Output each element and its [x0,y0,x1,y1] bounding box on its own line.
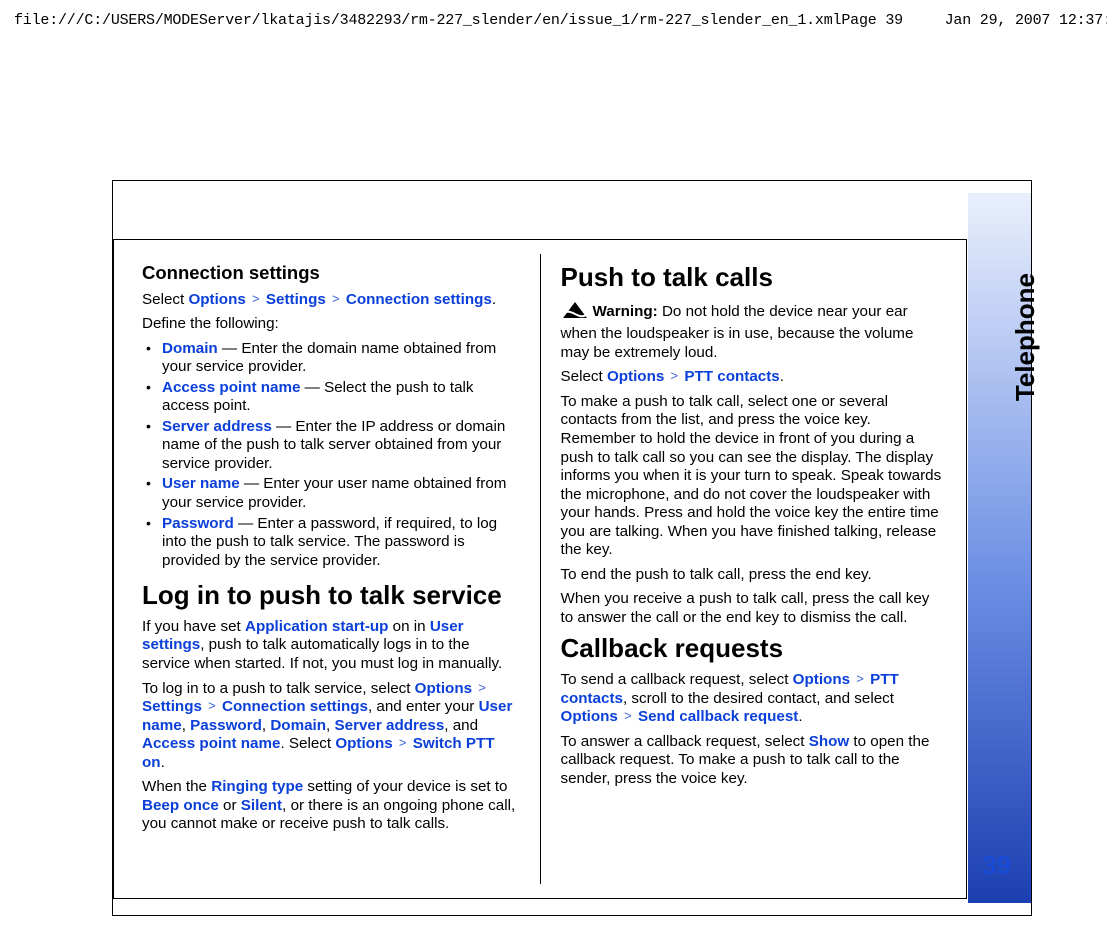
heading-connection-settings: Connection settings [142,262,520,285]
section-label-vertical: Telephone [1010,273,1041,401]
login-paragraph-1: If you have set Application start-up on … [142,618,520,674]
page-number: 39 [982,850,1011,881]
list-item: User name — Enter your user name obtaine… [142,475,520,512]
warning-label: Warning: [593,303,662,320]
login-paragraph-2: To log in to a push to talk service, sel… [142,680,520,773]
list-item: Domain — Enter the domain name obtained … [142,340,520,377]
print-header: file:///C:/USERS/MODEServer/lkatajis/348… [0,12,1107,29]
callback-paragraph-2: To answer a callback request, select Sho… [561,733,943,789]
ptt-paragraph-2: To end the push to talk call, press the … [561,566,943,585]
define-following: Define the following: [142,315,520,334]
settings-list: Domain — Enter the domain name obtained … [142,340,520,571]
ptt-paragraph-1: To make a push to talk call, select one … [561,393,943,560]
warning-paragraph: Warning: Do not hold the device near you… [561,300,943,363]
heading-ptt-calls: Push to talk calls [561,262,943,294]
left-column: Connection settings Select Options > Set… [114,240,540,898]
right-column: Push to talk calls Warning: Do not hold … [541,240,967,898]
heading-login: Log in to push to talk service [142,580,520,612]
chevron-right-icon: > [622,708,634,723]
header-path: file:///C:/USERS/MODEServer/lkatajis/348… [14,12,841,29]
heading-callback: Callback requests [561,633,943,665]
list-item: Access point name — Select the push to t… [142,379,520,416]
chevron-right-icon: > [397,735,409,750]
header-right: Page 39 Jan 29, 2007 12:37:36 PM [841,12,1107,29]
login-paragraph-3: When the Ringing type setting of your de… [142,778,520,834]
ptt-paragraph-3: When you receive a push to talk call, pr… [561,590,943,627]
chevron-right-icon: > [476,680,488,695]
callback-paragraph-1: To send a callback request, select Optio… [561,671,943,727]
content-box: Connection settings Select Options > Set… [113,239,967,899]
header-timestamp: Jan 29, 2007 12:37:36 PM [945,12,1107,29]
outer-crop-box: Connection settings Select Options > Set… [112,180,1032,916]
header-page: Page 39 [841,12,903,29]
page: file:///C:/USERS/MODEServer/lkatajis/348… [0,0,1107,940]
chevron-right-icon: > [669,368,681,383]
chevron-right-icon: > [854,671,866,686]
list-item: Server address — Enter the IP address or… [142,418,520,474]
side-tab: Telephone 39 [968,193,1031,903]
chevron-right-icon: > [250,291,262,306]
chevron-right-icon: > [206,698,218,713]
chevron-right-icon: > [330,291,342,306]
list-item: Password — Enter a password, if required… [142,515,520,571]
connection-select-path: Select Options > Settings > Connection s… [142,291,520,310]
ptt-select-path: Select Options > PTT contacts. [561,368,943,387]
warning-icon [561,300,589,326]
